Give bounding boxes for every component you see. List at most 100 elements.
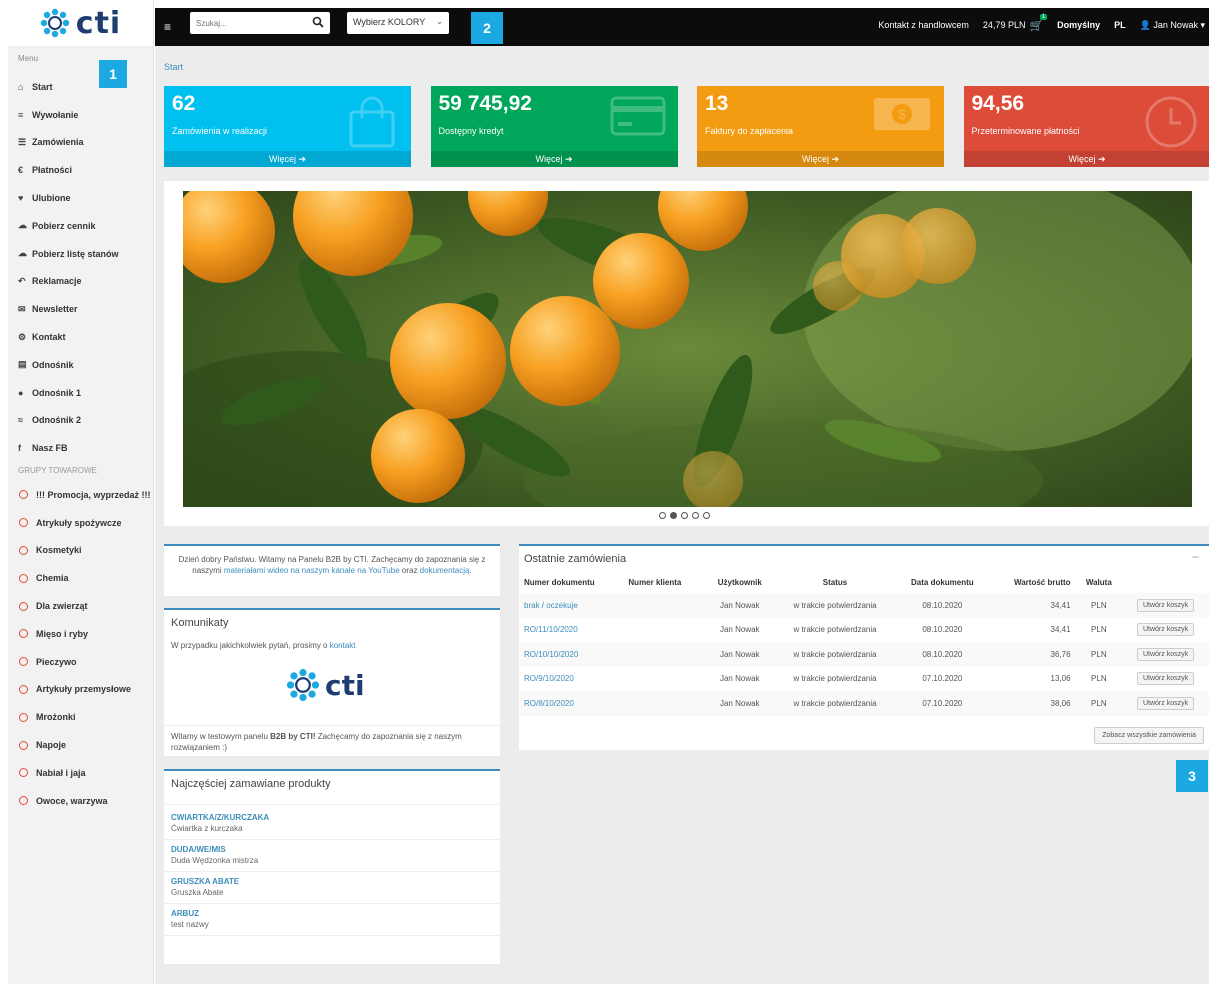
- sidebar-item-13[interactable]: f Nasz FB: [8, 434, 154, 462]
- slider-dot-0[interactable]: [659, 512, 666, 519]
- sidebar-item-4[interactable]: ♥ Ulubione: [8, 184, 154, 212]
- product-group-8[interactable]: Mrożonki: [8, 703, 154, 731]
- sidebar-item-1[interactable]: ≡ Wywołanie: [8, 101, 154, 129]
- product-item[interactable]: GRUSZKA ABATE Gruszka Abate: [164, 872, 500, 904]
- product-group-0[interactable]: !!! Promocja, wyprzedaż !!!: [8, 481, 154, 509]
- orders-table-body: brak / oczekuje Jan Nowak w trakcie potwie…: [519, 593, 1209, 716]
- product-group-6[interactable]: Pieczywo: [8, 648, 154, 676]
- search-input[interactable]: [196, 16, 306, 30]
- sidebar-item-7[interactable]: ↶ Reklamacje: [8, 268, 154, 296]
- see-all-orders-button[interactable]: Zobacz wszystkie zamówienia: [1094, 727, 1204, 744]
- sidebar-item-6[interactable]: ☁ Pobierz listę stanów: [8, 240, 154, 268]
- order-doc-link[interactable]: RO/11/10/2020: [519, 618, 623, 643]
- color-select[interactable]: Wybierz KOLORY ⌄: [347, 12, 449, 34]
- cart-count: 1: [1039, 13, 1048, 20]
- create-cart-button[interactable]: Utwórz koszyk: [1136, 696, 1195, 710]
- stat-box-1: 59 745,92 Dostępny kredyt Więcej ➔: [430, 86, 678, 167]
- sidebar-item-2[interactable]: ☰ Zamówienia: [8, 129, 154, 157]
- order-status: w trakcie potwierdzania: [793, 674, 877, 684]
- sidebar-item-12[interactable]: ≈ Odnośnik 2: [8, 407, 154, 435]
- product-item[interactable]: CWIARTKA/Z/KURCZAKA Ćwiartka z kurczaka: [164, 808, 500, 840]
- stat-box-0: 62 Zamówienia w realizacji Więcej ➔: [164, 86, 411, 167]
- image-slider: [164, 181, 1209, 526]
- slider-dot-4[interactable]: [703, 512, 710, 519]
- hamburger-menu-icon[interactable]: ≡: [164, 20, 171, 34]
- create-cart-button[interactable]: Utwórz koszyk: [1136, 672, 1195, 686]
- search-icon[interactable]: [312, 16, 324, 28]
- product-group-2[interactable]: Kosmetyki: [8, 537, 154, 565]
- sidebar-item-label: Wywołanie: [32, 109, 79, 120]
- sidebar-item-9[interactable]: ⚙ Kontakt: [8, 323, 154, 351]
- order-user: Jan Nowak: [704, 642, 775, 667]
- file-icon: ▤: [18, 359, 27, 370]
- home-icon: ⌂: [18, 81, 24, 92]
- slide-image-oranges[interactable]: [183, 191, 1192, 507]
- sidebar-item-label: Odnośnik 2: [32, 415, 82, 426]
- contact-salesman-link[interactable]: Kontakt z handlowcem: [878, 20, 969, 30]
- sidebar-item-0[interactable]: ⌂ Start: [8, 73, 154, 101]
- order-doc-link[interactable]: RO/8/10/2020: [519, 691, 624, 716]
- youtube-link[interactable]: materiałami wideo na naszym kanale na Yo…: [224, 566, 400, 575]
- order-row: brak / oczekuje Jan Nowak w trakcie potwie…: [519, 593, 1209, 618]
- product-item[interactable]: DUDA/WE/MIS Duda Wędzonka mistrza: [164, 840, 500, 872]
- stat-more-link[interactable]: Więcej ➔: [697, 151, 944, 167]
- menu-list: ⌂ Start ≡ Wywołanie ☰ Zamówienia € Płatności ♥ Ul…: [8, 73, 154, 462]
- order-doc-link[interactable]: RO/9/10/2020: [519, 667, 623, 692]
- order-row: RO/10/10/2020 Jan Nowak w trakcie potwierd…: [519, 642, 1209, 667]
- product-code: DUDA/WE/MIS: [171, 845, 226, 854]
- user-menu[interactable]: 👤 Jan Nowak ▾: [1140, 20, 1205, 31]
- create-cart-button[interactable]: Utwórz koszyk: [1136, 647, 1195, 661]
- order-doc-link[interactable]: brak / oczekuje: [519, 593, 624, 618]
- top-products-panel: Najczęściej zamawiane produkty CWIARTKA/…: [164, 769, 500, 964]
- create-cart-button[interactable]: Utwórz koszyk: [1136, 598, 1195, 612]
- product-item[interactable]: ARBUZ test nazwy: [164, 904, 500, 936]
- sidebar-item-11[interactable]: ● Odnośnik 1: [8, 379, 154, 407]
- welcome-panel: Dzień dobry Państwu. Witamy na Panelu B2…: [164, 544, 500, 596]
- user-name: Jan Nowak: [1153, 19, 1198, 30]
- order-doc-link[interactable]: RO/10/10/2020: [519, 642, 624, 667]
- product-group-10[interactable]: Nabiał i jaja: [8, 759, 154, 787]
- clock-icon: [1143, 94, 1199, 152]
- product-group-11[interactable]: Owoce, warzywa: [8, 787, 154, 815]
- product-group-9[interactable]: Napoje: [8, 731, 154, 759]
- circle-icon: [19, 573, 28, 583]
- collapse-icon[interactable]: −: [1192, 550, 1199, 564]
- stat-more-link[interactable]: Więcej ➔: [430, 151, 678, 167]
- order-action-cell: Utwórz koszyk: [1122, 618, 1209, 643]
- sidebar-item-8[interactable]: ✉ Newsletter: [8, 295, 154, 323]
- language-link[interactable]: PL: [1114, 20, 1126, 30]
- product-group-5[interactable]: Mięso i ryby: [8, 620, 154, 648]
- breadcrumb[interactable]: Start: [164, 62, 183, 72]
- stat-label: Dostępny kredyt: [438, 126, 504, 136]
- sidebar-item-3[interactable]: € Płatności: [8, 156, 154, 184]
- logo[interactable]: cti: [8, 0, 153, 46]
- product-group-1[interactable]: Atrykuły spożywcze: [8, 509, 154, 537]
- facebook-icon: f: [18, 443, 21, 454]
- order-currency: PLN: [1075, 642, 1123, 667]
- sidebar-item-10[interactable]: ▤ Odnośnik: [8, 351, 154, 379]
- product-group-4[interactable]: Dla zwierząt: [8, 592, 154, 620]
- product-group-label: Pieczywo: [36, 656, 77, 667]
- list-icon: ☰: [18, 136, 27, 147]
- slider-dot-1[interactable]: [670, 512, 677, 519]
- column-header: Numer dokumentu: [524, 578, 595, 587]
- stat-value: 59 745,92: [438, 92, 532, 115]
- sidebar-item-5[interactable]: ☁ Pobierz cennik: [8, 212, 154, 240]
- default-profile-link[interactable]: Domyślny: [1057, 20, 1100, 30]
- stat-label: Przeterminowane płatności: [971, 126, 1080, 136]
- order-status: w trakcie potwierdzania: [774, 691, 896, 716]
- order-currency: PLN: [1091, 674, 1107, 684]
- product-group-3[interactable]: Chemia: [8, 564, 154, 592]
- documentation-link[interactable]: dokumentacją: [420, 566, 470, 575]
- contact-link[interactable]: kontakt: [330, 641, 356, 650]
- order-user: Jan Nowak: [719, 674, 760, 684]
- product-group-7[interactable]: Artykuły przemysłowe: [8, 676, 154, 704]
- order-date: 07.10.2020: [895, 691, 990, 716]
- slider-dot-3[interactable]: [692, 512, 699, 519]
- stat-more-label: Więcej: [1068, 154, 1096, 164]
- slider-dot-2[interactable]: [681, 512, 688, 519]
- stat-more-link[interactable]: Więcej ➔: [963, 151, 1209, 167]
- create-cart-button[interactable]: Utwórz koszyk: [1136, 623, 1195, 637]
- cart-link[interactable]: 24,79 PLN 🛒 1: [983, 13, 1048, 32]
- stat-more-link[interactable]: Więcej ➔: [164, 151, 411, 167]
